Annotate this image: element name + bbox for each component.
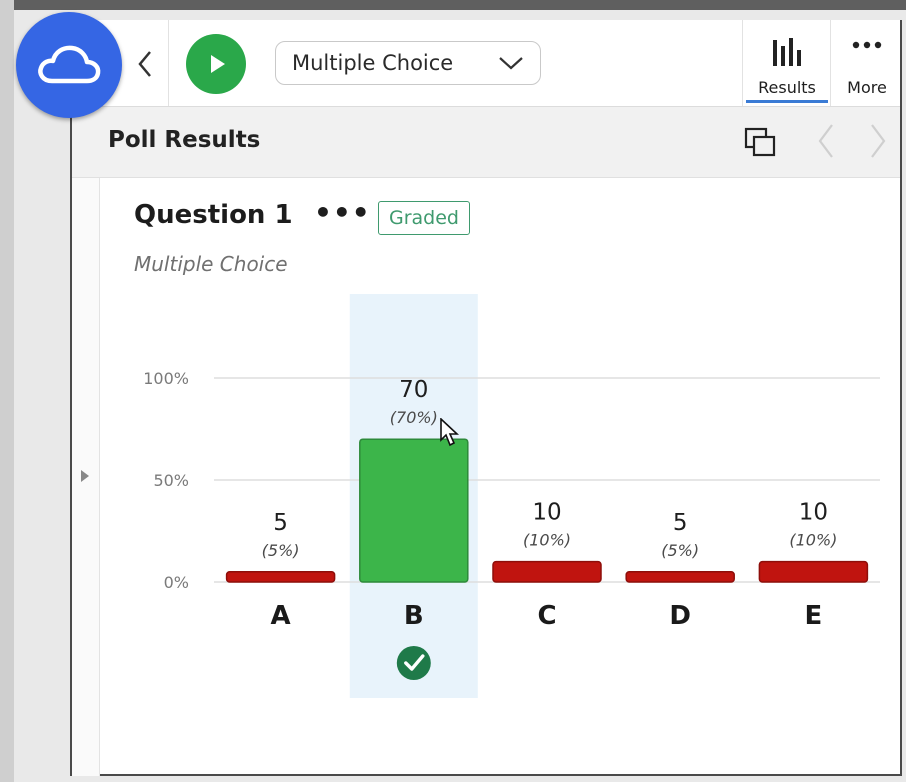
y-tick-label: 0%	[164, 573, 189, 592]
screen-top-edge	[0, 0, 906, 10]
bar-percent-label: (5%)	[661, 541, 699, 560]
category-label: E	[805, 601, 823, 631]
bar-percent-label: (10%)	[523, 531, 571, 550]
y-tick-label: 50%	[153, 471, 189, 490]
bar-e	[758, 560, 869, 583]
category-label: C	[537, 601, 556, 631]
screen-left-edge	[0, 0, 14, 782]
bar-value-label: 10	[799, 500, 828, 526]
checkmark-icon	[396, 646, 431, 680]
bar-value-label: 70	[399, 377, 428, 403]
bar-percent-label: (10%)	[789, 531, 837, 550]
bar-percent-label: (5%)	[262, 541, 300, 560]
bar-value-label: 10	[532, 500, 561, 526]
poll-window: Multiple Choice Results More Poll Result…	[70, 20, 902, 776]
bar-a	[225, 571, 336, 583]
bar-value-label: 5	[273, 510, 288, 536]
category-label: A	[271, 601, 291, 631]
cloud-app-button[interactable]	[16, 12, 122, 118]
cloud-icon	[38, 45, 101, 84]
results-bar-chart: 0% 50% 100% 5 (5%) A 70 (70%) B 10 (10%) C 5 (5%) D 10 (…	[143, 294, 880, 698]
category-label: B	[404, 601, 424, 631]
bar-b	[359, 438, 469, 583]
bar-c	[492, 560, 602, 583]
bar-value-label: 5	[673, 510, 688, 536]
y-tick-label: 100%	[143, 369, 189, 388]
bar-d	[625, 571, 735, 583]
mouse-cursor-icon	[440, 418, 460, 447]
category-label: D	[669, 601, 691, 631]
bar-percent-label: (70%)	[390, 408, 438, 427]
